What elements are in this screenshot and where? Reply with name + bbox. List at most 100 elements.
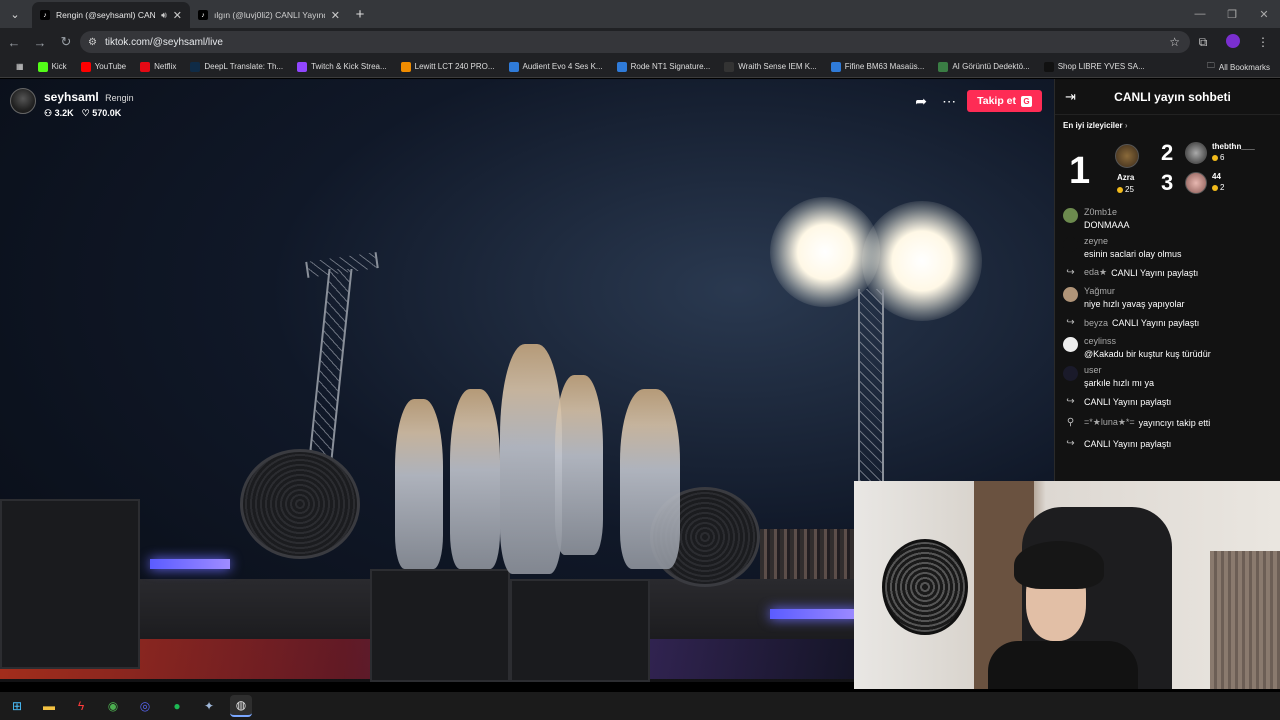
windows-start-icon[interactable]: ⊞: [6, 695, 28, 717]
chat-avatar[interactable]: [1063, 237, 1078, 252]
obs-icon[interactable]: ◍: [230, 695, 252, 717]
collapse-chat-icon[interactable]: ⇥: [1065, 89, 1076, 105]
chat-username[interactable]: beyza: [1084, 318, 1108, 328]
bookmark-label: Audient Evo 4 Ses K...: [522, 62, 603, 71]
chat-username[interactable]: user: [1084, 365, 1154, 375]
share-icon[interactable]: ➦: [911, 93, 931, 110]
event-body: beyza CANLI Yayını paylaştı: [1084, 315, 1199, 330]
apps-grid-icon[interactable]: ▦: [10, 62, 30, 71]
address-bar[interactable]: ⚙ tiktok.com/@seyhsaml/live ☆: [80, 31, 1190, 53]
restore-icon[interactable]: ❐: [1216, 0, 1248, 28]
close-window-icon[interactable]: ✕: [1248, 0, 1280, 28]
viewer-name: thebthn___: [1212, 142, 1255, 151]
all-bookmarks-label: All Bookmarks: [1218, 62, 1270, 72]
bookmark-item[interactable]: YouTube: [75, 61, 132, 72]
bookmark-item[interactable]: Fifine BM63 Masaüs...: [825, 61, 931, 72]
chat-username[interactable]: Z0mb1e: [1084, 207, 1130, 217]
share-event: ↪ eda★ CANLI Yayını paylaştı: [1063, 265, 1273, 280]
viewer-coins: 25: [1117, 185, 1134, 194]
file-explorer-icon[interactable]: ▬: [38, 695, 60, 717]
discord-icon[interactable]: ◎: [134, 695, 156, 717]
event-body: eda★ CANLI Yayını paylaştı: [1084, 265, 1198, 280]
viewer-coins: 6: [1212, 153, 1224, 162]
extensions-icon[interactable]: ⧉: [1192, 35, 1214, 50]
menu-kebab-icon[interactable]: ⋮: [1252, 35, 1274, 49]
bookmark-label: Shop LIBRE YVES SA...: [1057, 62, 1145, 71]
coin-count: 2: [1220, 183, 1225, 192]
viewer-avatar[interactable]: [1185, 142, 1207, 164]
tab-ilgin-live[interactable]: ♪ ılgın (@luvj0li2) CANLI Yayında ✕: [190, 2, 348, 28]
close-tab-icon[interactable]: ✕: [331, 9, 340, 22]
screen: ⌄ ♪ Rengin (@seyhsaml) CANLI 🔊︎ ✕ ♪ ılgı…: [0, 0, 1280, 720]
chrome-icon[interactable]: ◉: [102, 695, 124, 717]
chat-message-body: zeyne esinin saclari olay olmus: [1084, 236, 1182, 259]
streamer-avatar[interactable]: [10, 88, 36, 114]
chat-messages: Z0mb1e DONMAAA zeyne esinin saclari olay ol…: [1055, 207, 1280, 477]
bookmark-item[interactable]: Rode NT1 Signature...: [611, 61, 717, 72]
forward-icon[interactable]: →: [28, 30, 52, 54]
speaker-box: [510, 579, 650, 682]
more-options-icon[interactable]: ⋯: [939, 93, 959, 110]
bookmark-item[interactable]: AI Görüntü Dedektö...: [932, 61, 1035, 72]
top-viewers-link[interactable]: En iyi izleyiciler ›: [1063, 121, 1280, 130]
share-event: ↪ CANLI Yayını paylaştı: [1063, 394, 1273, 409]
viewer-avatar[interactable]: [1115, 144, 1139, 168]
speaker-icon[interactable]: 🔊︎: [161, 10, 167, 21]
bookmark-label: DeepL Translate: Th...: [204, 62, 284, 71]
bookmark-item[interactable]: Shop LIBRE YVES SA...: [1038, 61, 1151, 72]
bookmark-item[interactable]: Lewitt LCT 240 PRO...: [395, 61, 501, 72]
chat-avatar[interactable]: [1063, 366, 1078, 381]
steam-icon[interactable]: ✦: [198, 695, 220, 717]
bookmark-item[interactable]: DeepL Translate: Th...: [184, 61, 289, 72]
coin-count: 6: [1220, 153, 1225, 162]
minimize-icon[interactable]: —: [1184, 0, 1216, 28]
like-count: 570.0K: [92, 108, 122, 118]
bookmark-item[interactable]: Twitch & Kick Strea...: [291, 61, 393, 72]
chat-message: zeyne esinin saclari olay olmus: [1063, 236, 1273, 259]
chat-username[interactable]: Yağmur: [1084, 286, 1185, 296]
chat-message: Z0mb1e DONMAAA: [1063, 207, 1273, 230]
event-text: CANLI Yayını paylaştı: [1111, 267, 1199, 278]
back-icon[interactable]: ←: [2, 30, 26, 54]
event-body: CANLI Yayını paylaştı: [1084, 394, 1171, 409]
follow-button[interactable]: Takip et G: [967, 90, 1042, 112]
chat-username[interactable]: eda★: [1084, 267, 1107, 278]
tab-title: Rengin (@seyhsaml) CANLI: [56, 10, 156, 20]
tab-search-icon[interactable]: ⌄: [4, 3, 26, 25]
site-info-icon[interactable]: ⚙: [88, 37, 97, 48]
bookmark-item[interactable]: Wraith Sense IEM K...: [718, 61, 823, 72]
stream-stats: ⚇ 3.2K ♡ 570.0K: [44, 108, 134, 119]
bookmark-item[interactable]: Kick: [32, 61, 73, 72]
viewer-avatar[interactable]: [1185, 172, 1207, 194]
chat-username[interactable]: =*★luna★*=: [1084, 417, 1135, 428]
chat-message: ceylinss @Kakadu bir kuştur kuş türüdür: [1063, 336, 1273, 359]
chat-username[interactable]: ceylinss: [1084, 336, 1211, 346]
chat-avatar[interactable]: [1063, 287, 1078, 302]
bolt-app-icon[interactable]: ϟ: [70, 695, 92, 717]
profile-icon[interactable]: [1222, 33, 1244, 51]
spotify-icon[interactable]: ●: [166, 695, 188, 717]
bookmark-label: Wraith Sense IEM K...: [738, 62, 817, 71]
new-tab-button[interactable]: +: [348, 6, 372, 23]
tab-rengin-live[interactable]: ♪ Rengin (@seyhsaml) CANLI 🔊︎ ✕: [32, 2, 190, 28]
bookmark-star-icon[interactable]: ☆: [1169, 35, 1180, 49]
speaker-box: [370, 569, 510, 682]
webcam-overlay: [854, 481, 1280, 689]
close-tab-icon[interactable]: ✕: [173, 9, 182, 22]
twitch-icon: [297, 61, 308, 72]
streamer-shirt: [988, 641, 1138, 689]
chat-username[interactable]: zeyne: [1084, 236, 1182, 246]
bookmark-item[interactable]: Audient Evo 4 Ses K...: [503, 61, 609, 72]
chat-avatar[interactable]: [1063, 337, 1078, 352]
tiktok-icon: ♪: [198, 10, 208, 20]
follow-badge: G: [1021, 95, 1032, 107]
reload-icon[interactable]: ↻: [54, 30, 78, 54]
bookmark-item[interactable]: Netflix: [134, 61, 182, 72]
chat-header: ⇥ CANLI yayın sohbeti: [1055, 79, 1280, 115]
streamer-username[interactable]: seyhsaml: [44, 90, 99, 104]
streamer-info[interactable]: seyhsaml Rengin ⚇ 3.2K ♡ 570.0K: [10, 88, 134, 119]
chat-avatar[interactable]: [1063, 208, 1078, 223]
all-bookmarks[interactable]: 🗀 All Bookmarks: [1207, 60, 1270, 74]
dancer: [620, 389, 680, 569]
browser-toolbar: ← → ↻ ⚙ tiktok.com/@seyhsaml/live ☆ ⧉ ⋮: [0, 28, 1280, 56]
